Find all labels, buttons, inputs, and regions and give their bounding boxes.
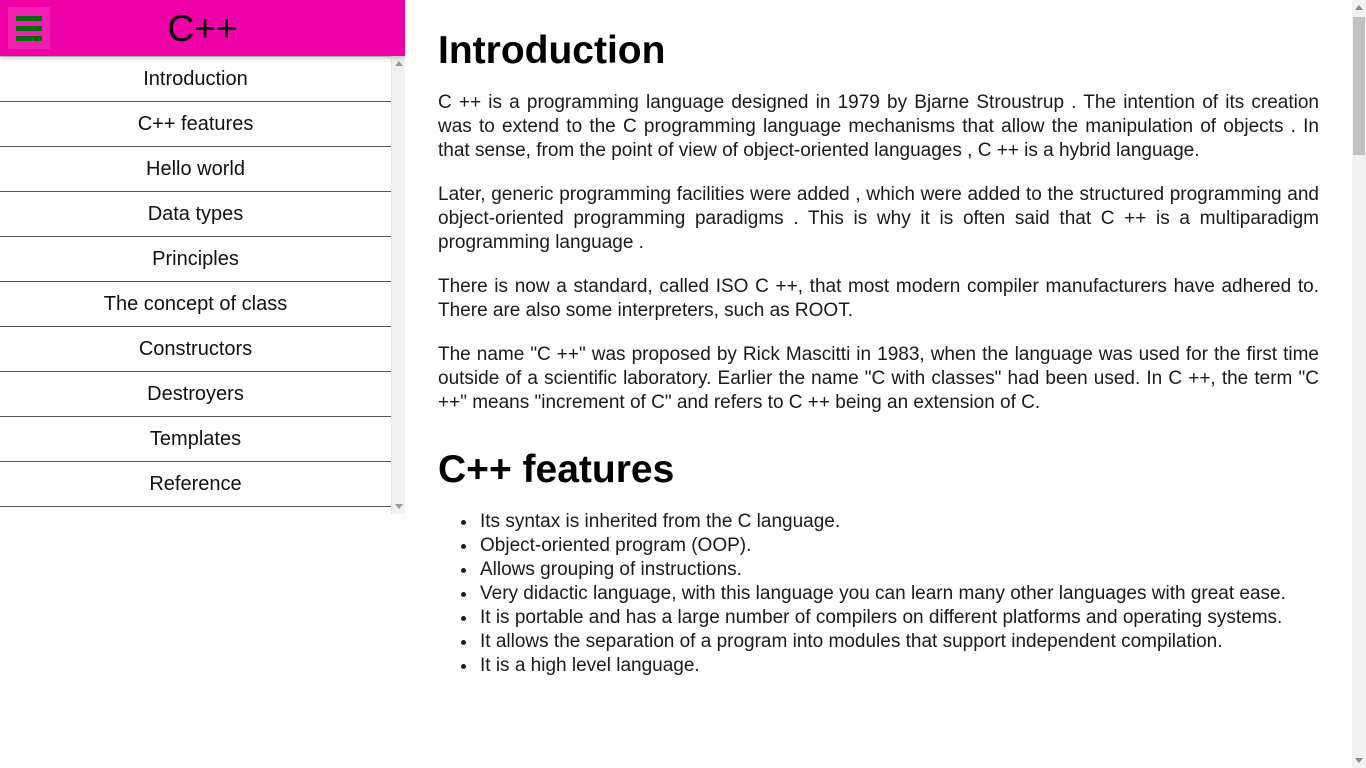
list-item: Very didactic language, with this langua… xyxy=(478,582,1319,606)
page-scrollbar-thumb[interactable] xyxy=(1353,17,1365,155)
scroll-down-arrow-icon[interactable] xyxy=(394,504,403,509)
page-title-introduction: Introduction xyxy=(438,29,666,72)
brand-title: C++ xyxy=(167,7,238,49)
sidebar-header: C++ xyxy=(0,0,405,56)
scroll-up-arrow-icon[interactable] xyxy=(1355,5,1363,10)
list-item: It allows the separation of a program in… xyxy=(478,630,1319,654)
list-item: It is portable and has a large number of… xyxy=(478,606,1319,630)
sidebar: C++ Introduction C++ features Hello worl… xyxy=(0,0,405,768)
sidebar-item-introduction[interactable]: Introduction xyxy=(0,57,391,102)
scroll-down-arrow-icon[interactable] xyxy=(1355,758,1363,763)
intro-paragraph-2: Later, generic programming facilities we… xyxy=(438,183,1319,253)
list-item: Object-oriented program (OOP). xyxy=(478,534,1319,558)
intro-paragraph-4: The name "C ++" was proposed by Rick Mas… xyxy=(438,343,1319,413)
sidebar-nav-list: Introduction C++ features Hello world Da… xyxy=(0,56,391,507)
cpp-features-list: Its syntax is inherited from the C langu… xyxy=(438,510,1319,678)
list-item: Allows grouping of instructions. xyxy=(478,558,1319,582)
intro-paragraph-3: There is now a standard, called ISO C ++… xyxy=(438,275,1319,321)
hamburger-bar-2 xyxy=(16,25,42,31)
sidebar-item-templates[interactable]: Templates xyxy=(0,417,391,462)
sidebar-item-hello-world[interactable]: Hello world xyxy=(0,147,391,192)
intro-paragraph-1: C ++ is a programming language designed … xyxy=(438,91,1319,161)
sidebar-item-data-types[interactable]: Data types xyxy=(0,192,391,237)
sidebar-item-destroyers[interactable]: Destroyers xyxy=(0,372,391,417)
list-item: Its syntax is inherited from the C langu… xyxy=(478,510,1319,534)
section-title-cpp-features: C++ features xyxy=(438,447,675,491)
hamburger-bar-1 xyxy=(16,15,42,21)
sidebar-nav-wrapper: Introduction C++ features Hello world Da… xyxy=(0,56,405,516)
page-scrollbar[interactable] xyxy=(1352,0,1366,768)
hamburger-bar-3 xyxy=(16,35,42,41)
sidebar-item-constructors[interactable]: Constructors xyxy=(0,327,391,372)
sidebar-item-principles[interactable]: Principles xyxy=(0,237,391,282)
list-item: It is a high level language. xyxy=(478,654,1319,678)
sidebar-item-cpp-features[interactable]: C++ features xyxy=(0,102,391,147)
sidebar-item-reference[interactable]: Reference xyxy=(0,462,391,507)
sidebar-scrollbar[interactable] xyxy=(391,56,405,514)
app-root: C++ Introduction C++ features Hello worl… xyxy=(0,0,1366,768)
sidebar-item-concept-of-class[interactable]: The concept of class xyxy=(0,282,391,327)
hamburger-menu-icon[interactable] xyxy=(8,7,50,49)
scroll-up-arrow-icon[interactable] xyxy=(394,61,403,66)
main-content: Introduction C ++ is a programming langu… xyxy=(405,0,1352,768)
